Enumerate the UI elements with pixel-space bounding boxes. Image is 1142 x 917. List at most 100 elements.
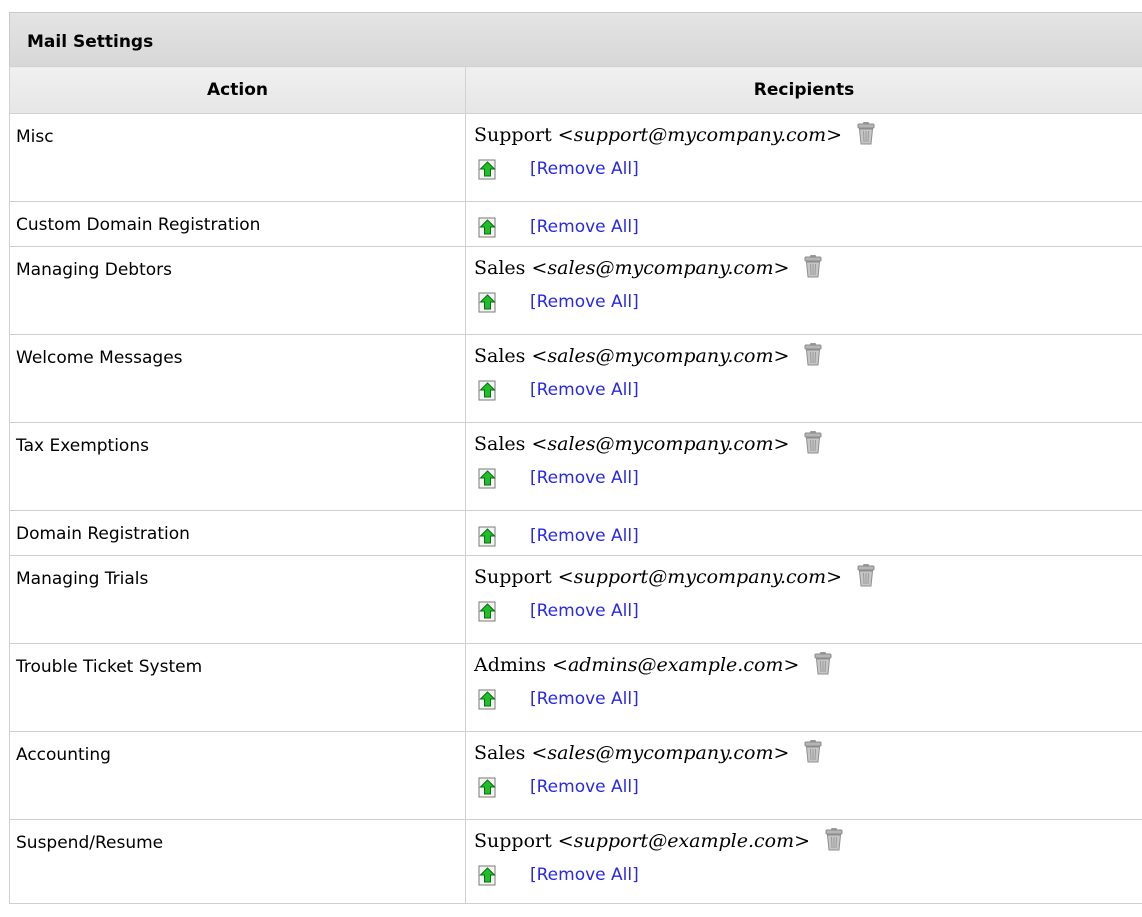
trash-icon[interactable] [856, 563, 876, 587]
email-close-bracket: > [783, 654, 800, 676]
recipient-entry: Sales <sales@mycompany.com> [474, 341, 1142, 371]
recipient-controls: [Remove All] [474, 459, 1142, 497]
recipients-cell: Admins <admins@example.com> [Remove All] [465, 643, 1142, 732]
recipient-name: Support [474, 124, 552, 146]
add-recipient-icon[interactable] [477, 865, 498, 886]
recipients-cell: Support <support@example.com> [Remove All… [465, 819, 1142, 904]
action-cell: Accounting [9, 731, 466, 820]
table-row: Trouble Ticket System Admins <admins@exam… [9, 643, 1142, 732]
recipient-name: Sales [474, 433, 526, 455]
recipient-email: sales@mycompany.com [547, 742, 774, 764]
remove-all-link[interactable]: [Remove All] [530, 865, 639, 885]
recipient-email: support@mycompany.com [573, 124, 827, 146]
email-open-bracket: < [531, 345, 548, 367]
action-cell: Suspend/Resume [9, 819, 466, 904]
add-recipient-icon[interactable] [477, 689, 498, 710]
recipient-email: sales@mycompany.com [547, 433, 774, 455]
recipients-cell: Sales <sales@mycompany.com> [Remove All] [465, 422, 1142, 511]
email-close-bracket: > [773, 433, 790, 455]
action-cell: Tax Exemptions [9, 422, 466, 511]
action-cell: Domain Registration [9, 510, 466, 556]
recipients-cell: Sales <sales@mycompany.com> [Remove All] [465, 731, 1142, 820]
table-row: Managing Trials Support <support@mycompan… [9, 555, 1142, 644]
email-close-bracket: > [794, 830, 811, 852]
recipient-entry: Sales <sales@mycompany.com> [474, 429, 1142, 459]
trash-icon[interactable] [813, 651, 833, 675]
column-header-recipients: Recipients [465, 66, 1142, 114]
trash-icon[interactable] [803, 430, 823, 454]
recipient-entry: Support <support@example.com> [474, 826, 1142, 856]
email-open-bracket: < [531, 742, 548, 764]
email-open-bracket: < [557, 830, 574, 852]
add-recipient-icon[interactable] [477, 217, 498, 238]
recipient-controls: [Remove All] [474, 592, 1142, 630]
mail-settings-table: Action Recipients Misc Support <support@m… [9, 66, 1142, 904]
recipient-email: sales@mycompany.com [547, 345, 774, 367]
add-recipient-icon[interactable] [477, 159, 498, 180]
remove-all-link[interactable]: [Remove All] [530, 777, 639, 797]
table-header-row: Action Recipients [9, 66, 1142, 114]
action-cell: Trouble Ticket System [9, 643, 466, 732]
trash-icon[interactable] [803, 342, 823, 366]
add-recipient-icon[interactable] [477, 468, 498, 489]
remove-all-link[interactable]: [Remove All] [530, 292, 639, 312]
recipients-cell: Support <support@mycompany.com> [Remove A… [465, 555, 1142, 644]
recipient-name: Support [474, 830, 552, 852]
recipients-cell: [Remove All] [465, 510, 1142, 556]
email-open-bracket: < [531, 433, 548, 455]
recipient-name: Sales [474, 257, 526, 279]
recipient-entry: Admins <admins@example.com> [474, 650, 1142, 680]
remove-all-link[interactable]: [Remove All] [530, 526, 639, 546]
email-close-bracket: > [773, 742, 790, 764]
add-recipient-icon[interactable] [477, 526, 498, 547]
recipient-name: Sales [474, 742, 526, 764]
add-recipient-icon[interactable] [477, 292, 498, 313]
email-close-bracket: > [773, 345, 790, 367]
recipient-controls: [Remove All] [474, 517, 1142, 555]
email-open-bracket: < [557, 124, 574, 146]
remove-all-link[interactable]: [Remove All] [530, 217, 639, 237]
table-row: Accounting Sales <sales@mycompany.com> [Re… [9, 731, 1142, 820]
table-row: Custom Domain Registration [Remove All] [9, 201, 1142, 247]
recipient-controls: [Remove All] [474, 208, 1142, 246]
recipient-email: support@mycompany.com [573, 566, 827, 588]
recipient-controls: [Remove All] [474, 150, 1142, 188]
recipient-controls: [Remove All] [474, 768, 1142, 806]
recipient-email: sales@mycompany.com [547, 257, 774, 279]
recipient-controls: [Remove All] [474, 283, 1142, 321]
add-recipient-icon[interactable] [477, 777, 498, 798]
table-row: Welcome Messages Sales <sales@mycompany.c… [9, 334, 1142, 423]
table-row: Managing Debtors Sales <sales@mycompany.c… [9, 246, 1142, 335]
recipient-entry: Support <support@mycompany.com> [474, 120, 1142, 150]
recipient-name: Sales [474, 345, 526, 367]
trash-icon[interactable] [824, 827, 844, 851]
recipients-cell: [Remove All] [465, 201, 1142, 247]
add-recipient-icon[interactable] [477, 380, 498, 401]
table-row: Misc Support <support@mycompany.com> [Remo… [9, 113, 1142, 202]
table-row: Suspend/Resume Support <support@example.c… [9, 819, 1142, 904]
trash-icon[interactable] [803, 739, 823, 763]
action-cell: Misc [9, 113, 466, 202]
recipient-controls: [Remove All] [474, 856, 1142, 894]
action-cell: Managing Debtors [9, 246, 466, 335]
email-open-bracket: < [552, 654, 568, 676]
add-recipient-icon[interactable] [477, 601, 498, 622]
recipient-name: Support [474, 566, 552, 588]
remove-all-link[interactable]: [Remove All] [530, 601, 639, 621]
recipient-entry: Sales <sales@mycompany.com> [474, 738, 1142, 768]
recipients-cell: Support <support@mycompany.com> [Remove A… [465, 113, 1142, 202]
table-row: Tax Exemptions Sales <sales@mycompany.com… [9, 422, 1142, 511]
recipient-name: Admins [474, 654, 546, 676]
table-row: Domain Registration [Remove All] [9, 510, 1142, 556]
column-header-action: Action [9, 66, 466, 114]
remove-all-link[interactable]: [Remove All] [530, 468, 639, 488]
trash-icon[interactable] [856, 121, 876, 145]
action-cell: Managing Trials [9, 555, 466, 644]
email-close-bracket: > [826, 566, 843, 588]
remove-all-link[interactable]: [Remove All] [530, 159, 639, 179]
trash-icon[interactable] [803, 254, 823, 278]
remove-all-link[interactable]: [Remove All] [530, 689, 639, 709]
email-close-bracket: > [773, 257, 790, 279]
email-open-bracket: < [531, 257, 548, 279]
remove-all-link[interactable]: [Remove All] [530, 380, 639, 400]
